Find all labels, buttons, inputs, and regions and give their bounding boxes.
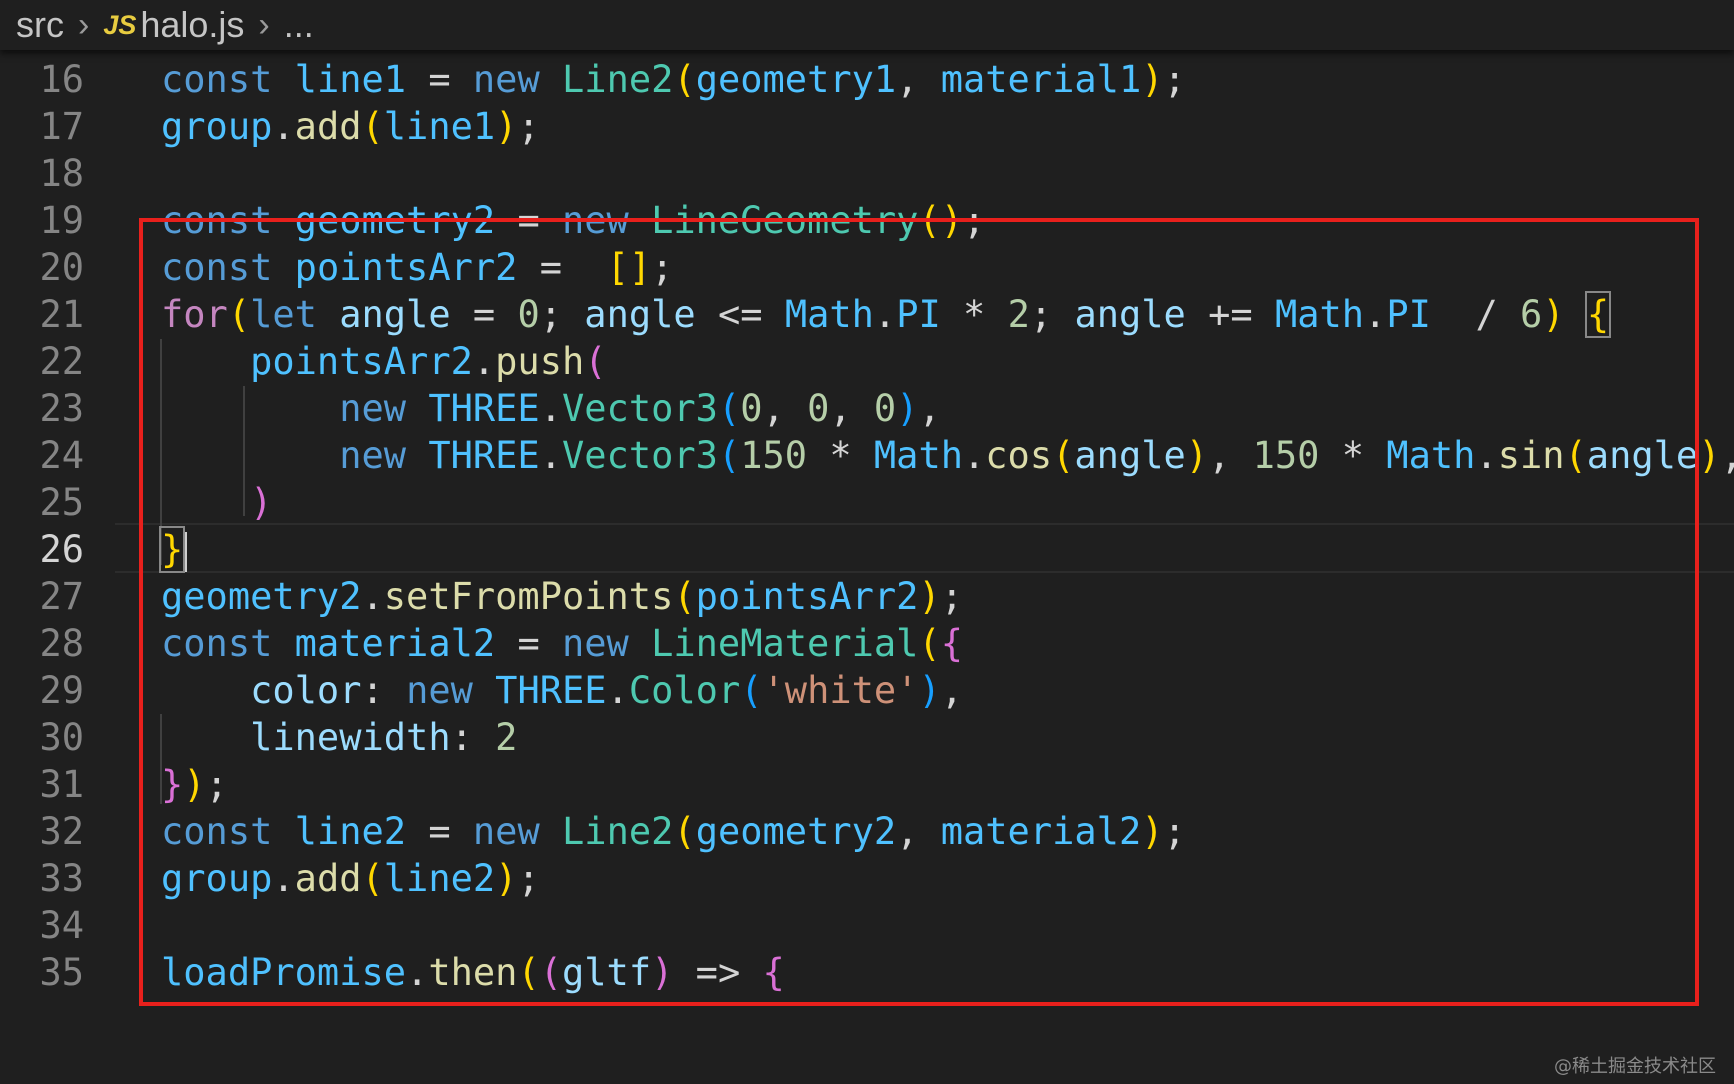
line-number: 35 (39, 951, 84, 994)
line-number: 19 (39, 199, 84, 242)
line-number: 33 (39, 857, 84, 900)
code-editor[interactable]: 16 const line1 = new Line2(geometry1, mat… (0, 36, 1734, 1084)
code-line[interactable]: 21 for(let angle = 0; angle <= Math.PI * … (0, 289, 1734, 341)
line-number: 32 (39, 810, 84, 853)
code-line[interactable]: 33 group.add(line2); (0, 853, 1734, 905)
code-text[interactable]: for(let angle = 0; angle <= Math.PI * 2;… (161, 289, 1612, 341)
code-line[interactable]: 17 group.add(line1); (0, 101, 1734, 153)
line-number: 16 (39, 58, 84, 101)
code-text[interactable]: group.add(line1); (161, 101, 540, 153)
code-line[interactable]: 35 loadPromise.then((gltf) => { (0, 947, 1734, 999)
code-text[interactable]: linewidth: 2 (161, 712, 517, 764)
line-number: 18 (39, 152, 84, 195)
code-line[interactable]: 31}); (0, 759, 1734, 811)
code-line[interactable]: 30 linewidth: 2 (0, 712, 1734, 764)
code-text[interactable]: ) (161, 477, 272, 529)
code-text[interactable]: loadPromise.then((gltf) => { (161, 947, 785, 999)
code-text[interactable]: pointsArr2.push( (161, 336, 606, 388)
code-text[interactable]: const material2 = new LineMaterial({ (161, 618, 963, 670)
code-text[interactable]: group.add(line2); (161, 853, 540, 905)
code-line[interactable]: 32 const line2 = new Line2(geometry2, mat… (0, 806, 1734, 858)
text-cursor (184, 531, 188, 572)
line-number: 30 (39, 716, 84, 759)
line-number: 24 (39, 434, 84, 477)
code-text[interactable]: const pointsArr2 = []; (161, 242, 673, 294)
line-number: 31 (39, 763, 84, 806)
code-line[interactable]: 16 const line1 = new Line2(geometry1, mat… (0, 54, 1734, 106)
code-line[interactable]: 23 new THREE.Vector3(0, 0, 0), (0, 383, 1734, 435)
breadcrumb: src › JS halo.js › ... (0, 0, 1734, 50)
line-number: 25 (39, 481, 84, 524)
line-number: 23 (39, 387, 84, 430)
code-line[interactable]: 29 color: new THREE.Color('white'), (0, 665, 1734, 717)
code-text[interactable]: geometry2.setFromPoints(pointsArr2); (161, 571, 963, 623)
javascript-file-icon: JS (103, 9, 137, 40)
code-line[interactable]: 26} (0, 524, 1734, 576)
code-text[interactable]: const line1 = new Line2(geometry1, mater… (161, 54, 1186, 106)
chevron-right-icon: › (78, 5, 90, 44)
line-number: 28 (39, 622, 84, 665)
code-text[interactable]: } (158, 524, 188, 576)
code-text[interactable]: color: new THREE.Color('white'), (161, 665, 963, 717)
breadcrumb-folder[interactable]: src (16, 4, 64, 46)
code-line[interactable]: 34 (0, 900, 1734, 952)
chevron-right-icon: › (258, 5, 270, 44)
code-text[interactable]: new THREE.Vector3(150 * Math.cos(angle),… (161, 430, 1734, 482)
code-line[interactable]: 24 new THREE.Vector3(150 * Math.cos(angl… (0, 430, 1734, 482)
code-line[interactable]: 25 ) (0, 477, 1734, 529)
code-line[interactable]: 18 (0, 148, 1734, 200)
line-number: 20 (39, 246, 84, 289)
code-text[interactable]: const geometry2 = new LineGeometry(); (161, 195, 985, 247)
line-number: 27 (39, 575, 84, 618)
breadcrumb-symbols[interactable]: ... (284, 4, 314, 46)
line-number: 34 (39, 904, 84, 947)
code-text[interactable]: }); (161, 759, 228, 811)
line-number: 17 (39, 105, 84, 148)
code-line[interactable]: 19 const geometry2 = new LineGeometry(); (0, 195, 1734, 247)
line-number: 29 (39, 669, 84, 712)
code-text[interactable]: const line2 = new Line2(geometry2, mater… (161, 806, 1186, 858)
line-number: 22 (39, 340, 84, 383)
code-line[interactable]: 27 geometry2.setFromPoints(pointsArr2); (0, 571, 1734, 623)
code-line[interactable]: 20 const pointsArr2 = []; (0, 242, 1734, 294)
breadcrumb-file[interactable]: halo.js (140, 4, 244, 46)
line-number: 21 (39, 293, 84, 336)
code-line[interactable]: 22 pointsArr2.push( (0, 336, 1734, 388)
code-line[interactable]: 28 const material2 = new LineMaterial({ (0, 618, 1734, 670)
code-text[interactable]: new THREE.Vector3(0, 0, 0), (161, 383, 941, 435)
watermark: @稀土掘金技术社区 (1554, 1056, 1716, 1077)
line-number: 26 (39, 528, 84, 571)
